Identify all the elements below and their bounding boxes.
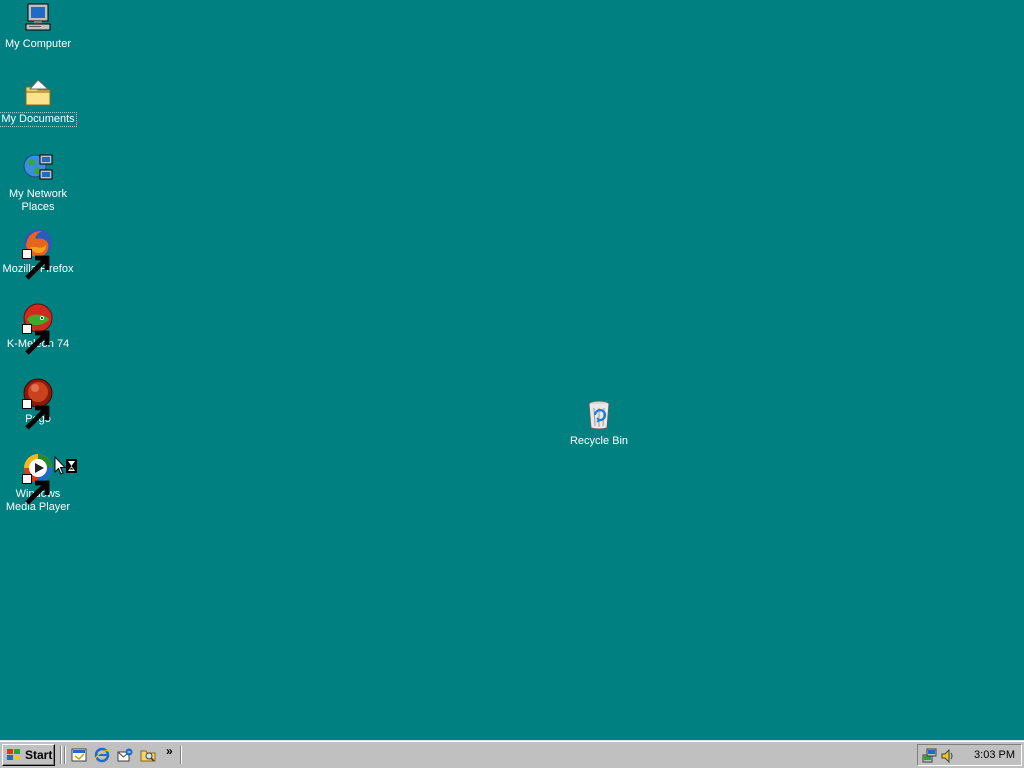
quick-launch-grip[interactable] <box>64 746 66 764</box>
desktop-icon-my-network-places[interactable]: My Network Places <box>0 152 76 214</box>
outlook-express-icon[interactable] <box>117 747 133 763</box>
start-button[interactable]: Start <box>2 744 55 766</box>
taskbar: Start » 3:03 PM <box>0 740 1024 768</box>
desktop-icon-my-computer[interactable]: My Computer <box>0 2 76 51</box>
taskbar-separator <box>60 746 62 764</box>
start-label: Start <box>25 748 53 762</box>
shortcut-arrow-icon <box>22 324 50 355</box>
desktop-icon-pego[interactable]: Pego <box>0 377 76 430</box>
show-desktop-icon[interactable] <box>71 747 87 763</box>
desktop-icon-my-documents[interactable]: My Documents <box>0 77 77 127</box>
my-computer-icon <box>22 2 54 34</box>
desktop-icon-mozilla-firefox[interactable]: Mozilla Firefox <box>0 227 76 280</box>
desktop-icon-label: My Network Places <box>8 188 68 213</box>
busy-cursor-icon <box>54 455 80 478</box>
internet-explorer-icon[interactable] <box>94 747 110 763</box>
network-places-icon <box>22 152 54 184</box>
windows-logo-icon <box>7 749 20 760</box>
desktop-icon-k-meleon[interactable]: K-Meleon 74 <box>0 302 76 355</box>
my-documents-icon <box>22 77 54 109</box>
system-tray: 3:03 PM <box>917 744 1022 766</box>
shortcut-arrow-icon <box>22 474 50 505</box>
windows-explorer-icon[interactable] <box>140 747 156 763</box>
volume-tray-icon[interactable] <box>940 748 956 764</box>
media-player-icon <box>22 452 54 505</box>
network-tray-icon[interactable] <box>922 748 938 764</box>
desktop-icon-recycle-bin[interactable]: Recycle Bin <box>561 399 637 448</box>
desktop-icon-label: Recycle Bin <box>569 435 629 447</box>
quick-launch-overflow-chevron[interactable]: » <box>166 744 173 758</box>
desktop-icon-label: My Computer <box>4 38 72 50</box>
firefox-icon <box>22 227 54 280</box>
desktop[interactable]: My Computer My Documents My Network Plac… <box>0 0 1024 740</box>
pego-icon <box>22 377 54 430</box>
taskbar-clock[interactable]: 3:03 PM <box>974 749 1015 761</box>
desktop-icon-label: My Documents <box>0 112 77 127</box>
k-meleon-icon <box>22 302 54 355</box>
shortcut-arrow-icon <box>22 249 50 280</box>
shortcut-arrow-icon <box>22 399 50 430</box>
recycle-bin-icon <box>583 399 615 431</box>
taskbar-separator <box>180 746 182 764</box>
